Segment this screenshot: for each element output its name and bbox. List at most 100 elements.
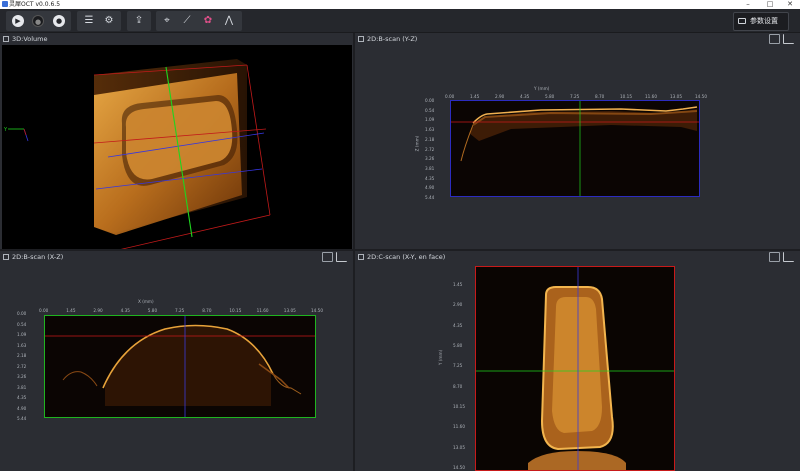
bscan-xz-image[interactable]	[44, 315, 316, 418]
tick-label: 0.54	[17, 321, 27, 327]
minimize-button[interactable]: –	[738, 0, 758, 9]
settings-icon	[738, 18, 746, 24]
tick-label: 10.15	[620, 94, 632, 99]
cube-icon	[3, 36, 9, 42]
tick-label: 2.18	[425, 136, 435, 142]
bscan-yz-image[interactable]	[450, 100, 700, 197]
tick-label: 1.09	[17, 332, 27, 337]
settings-button-label: 参数设置	[750, 17, 778, 25]
crosshair-frame-icon[interactable]: ⌖	[160, 14, 174, 28]
volume-panel-title: 3D:Volume	[12, 35, 48, 43]
bscan-yz-panel: 2D:B-scan (Y-Z) Y (mm) 0.00 1.45 2.90 4.35 5…	[355, 33, 800, 249]
app-logo-icon	[2, 1, 8, 7]
line-chart-icon[interactable]: ⟋	[180, 14, 194, 28]
xy-y-axis-label: Y (mm)	[438, 349, 444, 366]
gear-icon[interactable]: ⚙	[102, 14, 116, 28]
app-title: 灵犀OCT v0.0.6.5	[9, 1, 61, 8]
cscan-xy-title: 2D:C-scan (X-Y, en face)	[367, 253, 446, 261]
tick-label: 7.25	[175, 308, 185, 313]
tick-label: 1.63	[425, 127, 435, 133]
tick-label: 4.35	[17, 395, 27, 400]
export-group: ⇪	[127, 11, 151, 31]
grid-icon	[358, 254, 364, 260]
maximize-button[interactable]: □	[760, 0, 780, 9]
tick-label: 2.18	[17, 353, 27, 358]
tick-label: 5.80	[545, 94, 555, 99]
tick-label: 0.00	[39, 308, 49, 313]
tick-label: 8.70	[453, 383, 463, 389]
tick-label: 3.26	[17, 374, 27, 379]
split-view-icon[interactable]	[769, 34, 780, 44]
tick-label: 7.25	[570, 94, 580, 99]
tick-label: 3.81	[425, 165, 435, 171]
volume-viewport[interactable]: Y	[2, 45, 352, 249]
volume-panel: 3D:Volume Y	[0, 33, 353, 249]
bscan-xz-panel: 2D:B-scan (X-Z) X (mm) 0.00 1.45 2.90 4.35 5…	[0, 251, 353, 471]
tick-label: 11.60	[453, 424, 465, 430]
tick-label: 5.44	[17, 416, 27, 421]
tick-label: 1.45	[470, 94, 480, 99]
tick-label: 0.00	[17, 311, 27, 316]
tick-label: 0.00	[445, 94, 455, 99]
settings-button[interactable]: 参数设置	[733, 12, 789, 31]
close-button[interactable]: ✕	[780, 0, 800, 9]
sliders-icon[interactable]: ☰	[82, 14, 96, 28]
svg-text:Y: Y	[3, 127, 8, 133]
view-group: ⌖ ⟋ ✿ ⋀	[156, 11, 242, 31]
play-icon[interactable]: ▶	[12, 15, 24, 27]
tick-label: 4.35	[453, 322, 463, 328]
tick-label: 1.45	[453, 282, 463, 287]
split-view-icon[interactable]	[322, 252, 333, 262]
tick-label: 2.72	[17, 363, 27, 369]
cscan-xy-image[interactable]	[475, 266, 675, 471]
tick-label: 5.80	[147, 308, 158, 313]
tick-label: 4.35	[120, 308, 130, 313]
bscan-xz-title: 2D:B-scan (X-Z)	[12, 253, 64, 261]
bscan-xz-tools	[319, 252, 347, 262]
profile-plot-icon[interactable]	[783, 34, 794, 44]
acquisition-group: ▶ ● ●	[6, 11, 71, 31]
record-icon[interactable]: ●	[53, 15, 65, 27]
tick-label: 2.90	[453, 302, 463, 308]
tick-label: 4.90	[425, 185, 435, 191]
tick-label: 11.60	[645, 94, 657, 99]
tick-label: 13.05	[670, 94, 682, 99]
tick-label: 2.90	[93, 308, 103, 313]
bscan-yz-tools	[766, 34, 794, 44]
yz-x-axis-label: Y (mm)	[534, 86, 550, 91]
title-bar: 灵犀OCT v0.0.6.5 – □ ✕	[0, 0, 800, 9]
cscan-xy-panel: 2D:C-scan (X-Y, en face) 1.45 2.90 4.35 5.8…	[355, 251, 800, 471]
split-view-icon[interactable]	[769, 252, 780, 262]
tick-label: 14.50	[695, 94, 707, 99]
tick-label: 14.50	[311, 308, 323, 313]
xz-x-axis-label: X (mm)	[138, 299, 154, 304]
cscan-xy-header: 2D:C-scan (X-Y, en face)	[355, 251, 800, 263]
stop-icon[interactable]: ●	[32, 15, 44, 27]
tick-label: 5.80	[453, 343, 463, 348]
tick-label: 10.15	[453, 404, 465, 409]
tick-label: 0.54	[425, 107, 435, 113]
tick-label: 1.09	[425, 117, 435, 123]
tick-label: 2.72	[425, 146, 435, 152]
profile-plot-icon[interactable]	[783, 252, 794, 262]
tick-label: 14.50	[453, 465, 465, 470]
tick-label: 11.60	[256, 308, 269, 313]
tick-label: 5.44	[425, 195, 435, 200]
tick-label: 3.81	[17, 384, 27, 390]
volume-panel-header: 3D:Volume	[0, 33, 353, 45]
tick-label: 8.70	[595, 94, 605, 99]
yz-y-axis-label: Z (mm)	[414, 135, 420, 152]
tick-label: 4.35	[425, 175, 435, 181]
tick-label: 1.63	[17, 342, 27, 348]
tick-label: 1.45	[66, 308, 76, 313]
grid-icon	[3, 254, 9, 260]
tick-label: 8.70	[202, 308, 212, 313]
profile-plot-icon[interactable]	[336, 252, 347, 262]
tick-label: 4.35	[520, 94, 530, 99]
cscan-xy-tools	[766, 252, 794, 262]
tick-label: 4.90	[17, 405, 27, 411]
export-icon[interactable]: ⇪	[132, 14, 146, 28]
peak-chart-icon[interactable]: ⋀	[222, 14, 236, 28]
tick-label: 13.05	[453, 444, 465, 450]
color-palette-icon[interactable]: ✿	[201, 14, 215, 28]
